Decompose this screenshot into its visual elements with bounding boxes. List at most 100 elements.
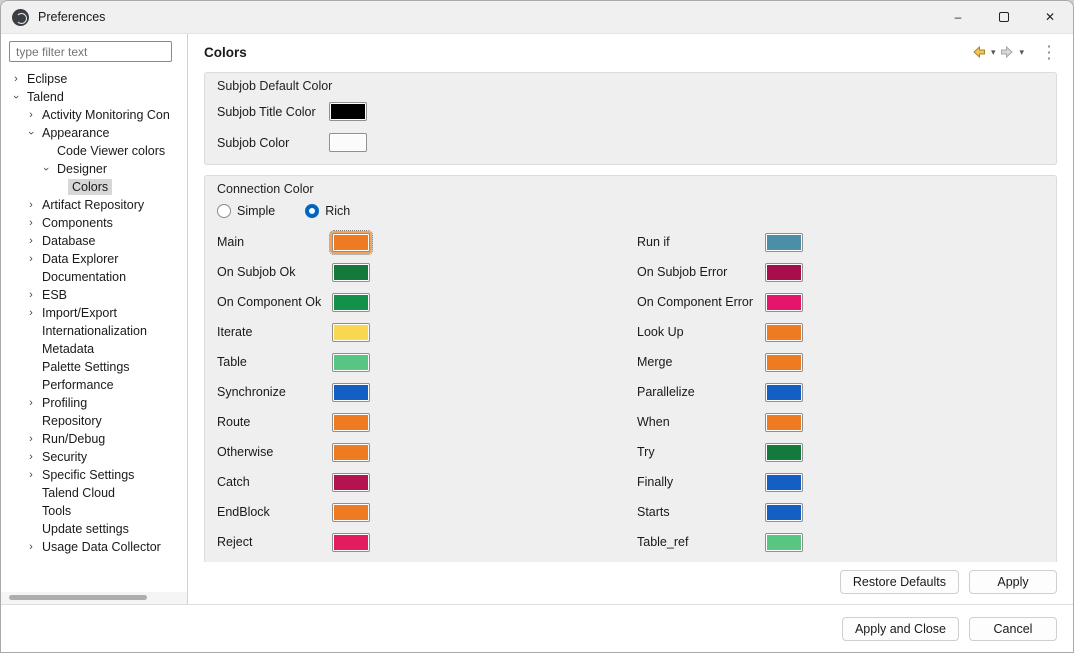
chevron-right-icon[interactable]: › bbox=[24, 430, 38, 448]
tree-item-label[interactable]: Performance bbox=[38, 377, 118, 393]
tree-item-label[interactable]: Usage Data Collector bbox=[38, 539, 165, 555]
merge-color-swatch[interactable] bbox=[765, 352, 803, 372]
try-color-swatch[interactable] bbox=[765, 442, 803, 462]
on-subjob-error-color-swatch[interactable] bbox=[765, 262, 803, 282]
chevron-right-icon[interactable]: › bbox=[9, 70, 23, 88]
tree-item-label[interactable]: Talend Cloud bbox=[38, 485, 119, 501]
tree-item-security[interactable]: › Security bbox=[1, 448, 187, 466]
tree-item-label[interactable]: Run/Debug bbox=[38, 431, 109, 447]
tree-item-metadata[interactable]: Metadata bbox=[1, 340, 187, 358]
tree-item-components[interactable]: › Components bbox=[1, 214, 187, 232]
tree-item-label[interactable]: Artifact Repository bbox=[38, 197, 148, 213]
restore-defaults-button[interactable]: Restore Defaults bbox=[839, 570, 959, 594]
minimize-button[interactable]: – bbox=[935, 1, 981, 33]
tree-item-label[interactable]: Tools bbox=[38, 503, 75, 519]
tree-item-label[interactable]: Metadata bbox=[38, 341, 98, 357]
chevron-right-icon[interactable]: › bbox=[24, 394, 38, 412]
tree-item-label[interactable]: Specific Settings bbox=[38, 467, 138, 483]
look-up-color-swatch[interactable] bbox=[765, 322, 803, 342]
back-button[interactable] bbox=[970, 42, 988, 62]
tree-item-activity-monitoring-con[interactable]: › Activity Monitoring Con bbox=[1, 106, 187, 124]
tree-item-label[interactable]: Colors bbox=[68, 179, 113, 195]
tree-item-update-settings[interactable]: Update settings bbox=[1, 520, 187, 538]
tree-item-label[interactable]: Palette Settings bbox=[38, 359, 134, 375]
parallelize-color-swatch[interactable] bbox=[765, 382, 803, 402]
tree-item-label[interactable]: Data Explorer bbox=[38, 251, 122, 267]
tree-item-palette-settings[interactable]: Palette Settings bbox=[1, 358, 187, 376]
tree-item-label[interactable]: Documentation bbox=[38, 269, 130, 285]
finally-color-swatch[interactable] bbox=[765, 472, 803, 492]
filter-input[interactable] bbox=[9, 41, 172, 62]
tree-item-import-export[interactable]: › Import/Export bbox=[1, 304, 187, 322]
on-subjob-ok-color-swatch[interactable] bbox=[332, 262, 370, 282]
tree-item-artifact-repository[interactable]: › Artifact Repository bbox=[1, 196, 187, 214]
horizontal-scrollbar-track[interactable] bbox=[1, 592, 187, 604]
route-color-swatch[interactable] bbox=[332, 412, 370, 432]
chevron-right-icon[interactable]: › bbox=[24, 448, 38, 466]
tree-item-colors[interactable]: Colors bbox=[1, 178, 187, 196]
tree-item-tools[interactable]: Tools bbox=[1, 502, 187, 520]
radio-selected-icon[interactable] bbox=[305, 204, 320, 218]
chevron-down-icon[interactable]: › bbox=[37, 162, 55, 176]
radio-simple[interactable]: Simple bbox=[217, 204, 275, 218]
tree-item-data-explorer[interactable]: › Data Explorer bbox=[1, 250, 187, 268]
chevron-right-icon[interactable]: › bbox=[24, 232, 38, 250]
tree-item-repository[interactable]: Repository bbox=[1, 412, 187, 430]
tree-item-label[interactable]: Eclipse bbox=[23, 71, 71, 87]
chevron-right-icon[interactable]: › bbox=[24, 466, 38, 484]
table-color-swatch[interactable] bbox=[332, 352, 370, 372]
tree-item-esb[interactable]: › ESB bbox=[1, 286, 187, 304]
forward-button[interactable] bbox=[998, 42, 1016, 62]
catch-color-swatch[interactable] bbox=[332, 472, 370, 492]
tree-item-talend[interactable]: › Talend bbox=[1, 88, 187, 106]
tree-item-label[interactable]: Security bbox=[38, 449, 91, 465]
chevron-right-icon[interactable]: › bbox=[24, 304, 38, 322]
table-ref-color-swatch[interactable] bbox=[765, 532, 803, 552]
tree-item-designer[interactable]: › Designer bbox=[1, 160, 187, 178]
endblock-color-swatch[interactable] bbox=[332, 502, 370, 522]
tree-item-code-viewer-colors[interactable]: Code Viewer colors bbox=[1, 142, 187, 160]
view-menu-button[interactable]: ⋮ bbox=[1041, 39, 1057, 65]
horizontal-scrollbar-thumb[interactable] bbox=[9, 595, 147, 600]
chevron-right-icon[interactable]: › bbox=[24, 286, 38, 304]
tree-item-database[interactable]: › Database bbox=[1, 232, 187, 250]
tree-item-label[interactable]: Database bbox=[38, 233, 100, 249]
apply-and-close-button[interactable]: Apply and Close bbox=[841, 616, 959, 641]
tree-item-performance[interactable]: Performance bbox=[1, 376, 187, 394]
otherwise-color-swatch[interactable] bbox=[332, 442, 370, 462]
tree-item-documentation[interactable]: Documentation bbox=[1, 268, 187, 286]
subjob-title-color-color-swatch[interactable] bbox=[329, 102, 367, 121]
chevron-down-icon[interactable]: › bbox=[7, 90, 25, 104]
when-color-swatch[interactable] bbox=[765, 412, 803, 432]
chevron-right-icon[interactable]: › bbox=[24, 196, 38, 214]
tree-item-label[interactable]: Update settings bbox=[38, 521, 133, 537]
chevron-right-icon[interactable]: › bbox=[24, 538, 38, 556]
tree-item-run-debug[interactable]: › Run/Debug bbox=[1, 430, 187, 448]
tree-item-label[interactable]: Import/Export bbox=[38, 305, 121, 321]
radio-rich[interactable]: Rich bbox=[305, 204, 350, 218]
chevron-right-icon[interactable]: › bbox=[24, 214, 38, 232]
on-component-error-color-swatch[interactable] bbox=[765, 292, 803, 312]
starts-color-swatch[interactable] bbox=[765, 502, 803, 522]
synchronize-color-swatch[interactable] bbox=[332, 382, 370, 402]
tree-item-specific-settings[interactable]: › Specific Settings bbox=[1, 466, 187, 484]
tree-item-label[interactable]: Appearance bbox=[38, 125, 113, 141]
apply-button[interactable]: Apply bbox=[969, 570, 1057, 594]
chevron-right-icon[interactable]: › bbox=[24, 106, 38, 124]
tree-item-label[interactable]: Internationalization bbox=[38, 323, 151, 339]
run-if-color-swatch[interactable] bbox=[765, 232, 803, 252]
tree-item-label[interactable]: Activity Monitoring Con bbox=[38, 107, 174, 123]
close-button[interactable]: ✕ bbox=[1027, 1, 1073, 33]
cancel-button[interactable]: Cancel bbox=[969, 616, 1057, 641]
subjob-color-color-swatch[interactable] bbox=[329, 133, 367, 152]
tree-item-label[interactable]: Talend bbox=[23, 89, 68, 105]
on-component-ok-color-swatch[interactable] bbox=[332, 292, 370, 312]
tree-item-label[interactable]: Components bbox=[38, 215, 117, 231]
chevron-right-icon[interactable]: › bbox=[24, 250, 38, 268]
forward-dropdown-button[interactable]: ▾ bbox=[1016, 47, 1027, 58]
tree-item-label[interactable]: Repository bbox=[38, 413, 106, 429]
radio-unselected-icon[interactable] bbox=[217, 204, 231, 218]
tree-item-usage-data-collector[interactable]: › Usage Data Collector bbox=[1, 538, 187, 556]
tree-item-talend-cloud[interactable]: Talend Cloud bbox=[1, 484, 187, 502]
tree-item-internationalization[interactable]: Internationalization bbox=[1, 322, 187, 340]
